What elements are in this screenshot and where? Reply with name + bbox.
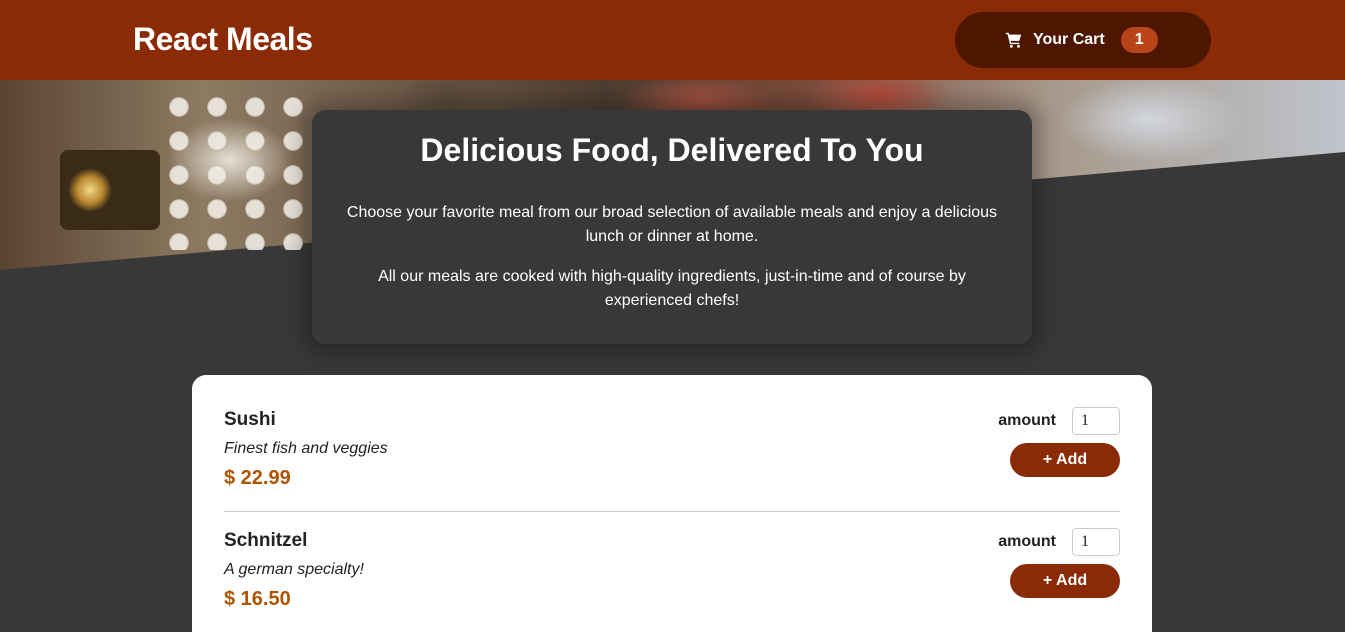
cart-label: Your Cart — [1033, 31, 1105, 48]
meal-price: $ 16.50 — [224, 588, 291, 610]
amount-label: amount — [998, 533, 1056, 550]
coffee-cups-image — [160, 90, 310, 250]
chafing-dish-image — [60, 150, 160, 230]
add-button[interactable]: + Add — [1010, 443, 1120, 477]
app-header: React Meals Your Cart 1 — [0, 0, 1345, 80]
amount-row: amount — [998, 528, 1120, 556]
amount-label: amount — [998, 412, 1056, 429]
summary-title: Delicious Food, Delivered To You — [420, 132, 924, 168]
meals-list: Sushi Finest fish and veggies $ 22.99 am… — [192, 375, 1152, 632]
meal-description: Finest fish and veggies — [224, 440, 388, 457]
summary-paragraph-2: All our meals are cooked with high-quali… — [378, 268, 966, 309]
cart-count-badge: 1 — [1120, 27, 1158, 53]
cart-button[interactable]: Your Cart 1 — [955, 12, 1211, 68]
cart-icon — [1005, 31, 1023, 49]
meal-name: Schnitzel — [224, 530, 308, 551]
meal-item-sushi: Sushi Finest fish and veggies $ 22.99 am… — [224, 391, 1120, 512]
meal-name: Sushi — [224, 409, 276, 430]
meals-summary: Delicious Food, Delivered To You Choose … — [312, 110, 1032, 344]
add-button[interactable]: + Add — [1010, 564, 1120, 598]
meal-item-schnitzel: Schnitzel A german specialty! $ 16.50 am… — [224, 512, 1120, 632]
app-title: React Meals — [133, 21, 313, 57]
meal-description: A german specialty! — [224, 561, 364, 578]
meal-price: $ 22.99 — [224, 467, 291, 489]
amount-input[interactable] — [1072, 407, 1120, 435]
amount-input[interactable] — [1072, 528, 1120, 556]
summary-paragraph-1: Choose your favorite meal from our broad… — [346, 204, 998, 245]
amount-row: amount — [998, 407, 1120, 435]
